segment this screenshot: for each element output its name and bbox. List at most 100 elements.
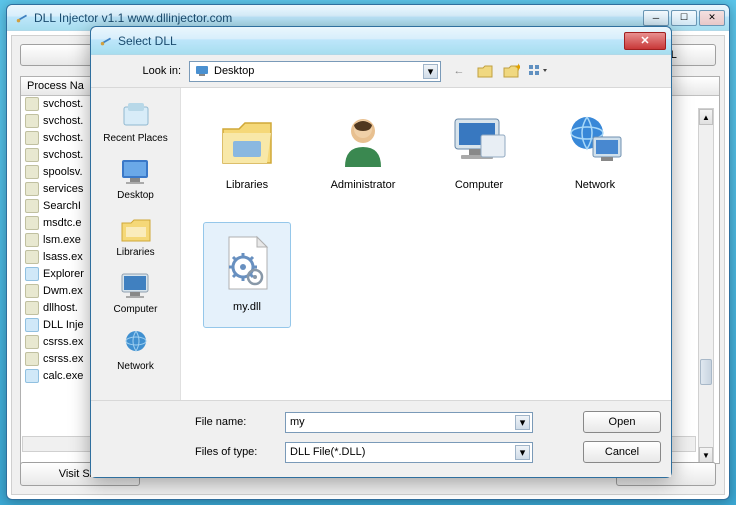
dialog-close-button[interactable]: ✕ [624, 32, 666, 50]
dropdown-arrow-icon[interactable]: ▾ [423, 64, 438, 79]
process-name: svchost. [43, 132, 83, 144]
desktop-icon [194, 63, 210, 79]
cancel-button[interactable]: Cancel [583, 441, 661, 463]
file-area[interactable]: Libraries Administrator Computer Network my.… [181, 88, 671, 400]
back-icon[interactable]: ← [449, 61, 469, 81]
process-icon [25, 182, 39, 196]
process-name: lsass.ex [43, 251, 83, 263]
dll-icon [215, 231, 279, 295]
file-label: my.dll [233, 301, 261, 313]
main-window-title: DLL Injector v1.1 www.dllinjector.com [34, 11, 643, 25]
file-type-value: DLL File(*.DLL) [290, 446, 365, 458]
scroll-down-icon[interactable]: ▼ [699, 447, 713, 463]
computer-icon [118, 270, 154, 302]
process-name: spoolsv. [43, 166, 83, 178]
scroll-up-icon[interactable]: ▲ [699, 109, 713, 125]
new-folder-icon[interactable]: ✦ [501, 61, 521, 81]
place-item-libraries[interactable]: Libraries [97, 208, 175, 263]
process-name: csrss.ex [43, 336, 83, 348]
file-label: Network [575, 179, 615, 191]
dialog-icon [99, 34, 113, 48]
network-icon [118, 327, 154, 359]
place-label: Recent Places [103, 133, 167, 144]
minimize-button[interactable]: ─ [643, 10, 669, 26]
process-icon [25, 199, 39, 213]
process-name: msdtc.e [43, 217, 82, 229]
process-name: SearchI [43, 200, 81, 212]
place-label: Desktop [117, 190, 154, 201]
process-icon [25, 352, 39, 366]
process-name: svchost. [43, 115, 83, 127]
look-in-value: Desktop [214, 65, 254, 77]
app-icon [15, 11, 29, 25]
place-item-network[interactable]: Network [97, 322, 175, 377]
process-name: services [43, 183, 83, 195]
window-controls: ─ ☐ ✕ [643, 10, 729, 26]
bottom-panel: File name: my ▾ Open Files of type: DLL … [91, 400, 671, 477]
file-label: Computer [455, 179, 503, 191]
process-name: calc.exe [43, 370, 83, 382]
place-item-recent[interactable]: Recent Places [97, 94, 175, 149]
file-item-dll[interactable]: my.dll [203, 222, 291, 328]
process-name: csrss.ex [43, 353, 83, 365]
up-folder-icon[interactable] [475, 61, 495, 81]
process-name: Explorer [43, 268, 84, 280]
process-icon [25, 97, 39, 111]
libraries-icon [118, 213, 154, 245]
process-icon [25, 318, 39, 332]
process-name: DLL Inje [43, 319, 84, 331]
process-icon [25, 131, 39, 145]
computer-icon [447, 109, 511, 173]
place-item-computer[interactable]: Computer [97, 265, 175, 320]
process-name: lsm.exe [43, 234, 81, 246]
process-name: dllhost. [43, 302, 78, 314]
place-label: Computer [114, 304, 158, 315]
dialog-titlebar[interactable]: Select DLL ✕ [91, 27, 671, 55]
process-icon [25, 148, 39, 162]
file-name-label: File name: [195, 416, 277, 428]
process-name: svchost. [43, 98, 83, 110]
vertical-scrollbar[interactable]: ▲ ▼ [698, 108, 714, 464]
file-type-combo[interactable]: DLL File(*.DLL) ▾ [285, 442, 533, 463]
network-icon [563, 109, 627, 173]
file-label: Administrator [331, 179, 396, 191]
scroll-thumb[interactable] [700, 359, 712, 385]
libraries-icon [215, 109, 279, 173]
file-name-input[interactable]: my ▾ [285, 412, 533, 433]
place-label: Libraries [116, 247, 154, 258]
place-label: Network [117, 361, 154, 372]
place-item-desktop[interactable]: Desktop [97, 151, 175, 206]
open-button[interactable]: Open [583, 411, 661, 433]
file-label: Libraries [226, 179, 268, 191]
process-icon [25, 369, 39, 383]
view-menu-icon[interactable] [527, 61, 547, 81]
places-bar: Recent Places Desktop Libraries Computer Net… [91, 88, 181, 400]
file-item-libraries[interactable]: Libraries [203, 100, 291, 206]
process-icon [25, 216, 39, 230]
process-icon [25, 267, 39, 281]
process-icon [25, 250, 39, 264]
process-name: Dwm.ex [43, 285, 83, 297]
look-in-row: Look in: Desktop ▾ ← ✦ [91, 55, 671, 87]
process-icon [25, 284, 39, 298]
dialog-title: Select DLL [118, 34, 624, 48]
svg-text:✦: ✦ [514, 63, 520, 74]
process-icon [25, 233, 39, 247]
user-icon [331, 109, 395, 173]
process-name: svchost. [43, 149, 83, 161]
file-item-user[interactable]: Administrator [319, 100, 407, 206]
dropdown-arrow-icon[interactable]: ▾ [515, 445, 530, 460]
file-item-computer[interactable]: Computer [435, 100, 523, 206]
file-dialog: Select DLL ✕ Look in: Desktop ▾ ← ✦ Rece… [90, 26, 672, 478]
dropdown-arrow-icon[interactable]: ▾ [515, 415, 530, 430]
desktop-icon [118, 156, 154, 188]
look-in-label: Look in: [99, 65, 181, 77]
file-name-value: my [290, 416, 305, 428]
file-item-network[interactable]: Network [551, 100, 639, 206]
process-icon [25, 335, 39, 349]
close-button[interactable]: ✕ [699, 10, 725, 26]
process-icon [25, 301, 39, 315]
maximize-button[interactable]: ☐ [671, 10, 697, 26]
process-icon [25, 165, 39, 179]
look-in-combo[interactable]: Desktop ▾ [189, 61, 441, 82]
